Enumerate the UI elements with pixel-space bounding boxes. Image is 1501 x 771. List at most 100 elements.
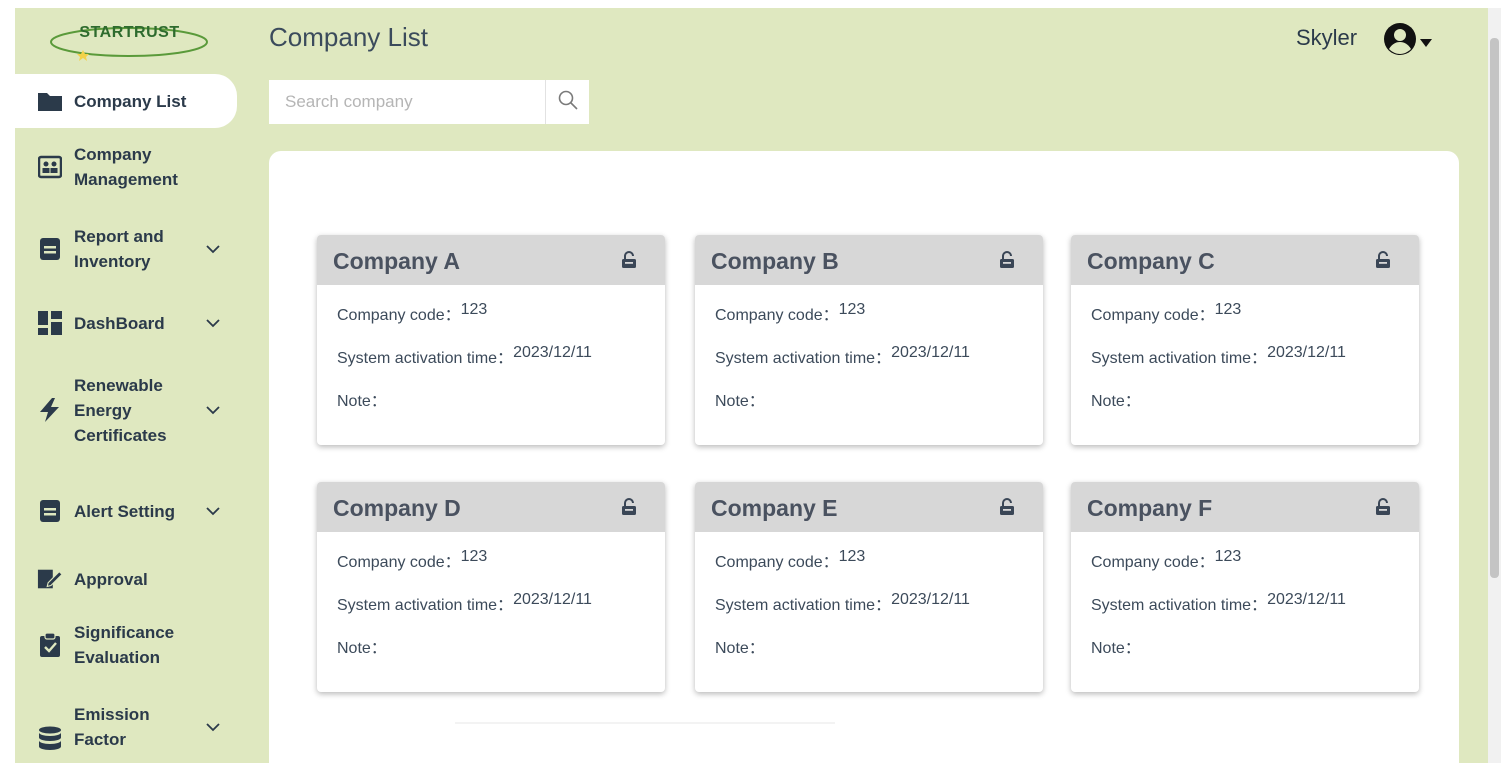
note-label: Note： [1091, 393, 1141, 410]
company-card-header: Company F [1071, 482, 1419, 532]
sidebar-item-company-management[interactable]: Company Management [15, 140, 237, 194]
chevron-down-icon[interactable] [205, 719, 221, 735]
company-card[interactable]: Company D Company code： 123 System activa… [317, 482, 665, 692]
note-row: Note： [337, 387, 645, 430]
company-code-label: Company code： [337, 554, 461, 571]
company-card-header: Company D [317, 482, 665, 532]
company-code-value: 123 [1214, 301, 1242, 318]
company-name: Company A [333, 248, 460, 274]
activation-time-label: System activation time： [337, 597, 514, 614]
username[interactable]: Skyler [1296, 25, 1357, 51]
company-code-row: Company code： 123 [715, 301, 1023, 344]
caret-down-icon[interactable] [1420, 35, 1432, 47]
activation-time-value: 2023/12/11 [1267, 591, 1346, 608]
activation-time-row: System activation time： 2023/12/11 [337, 591, 645, 634]
company-code-value: 123 [1214, 548, 1242, 565]
search-bar [269, 80, 589, 124]
sidebar-item-label: Renewable Energy Certificates [74, 375, 167, 445]
activation-time-row: System activation time： 2023/12/11 [715, 344, 1023, 387]
note-label: Note： [1091, 640, 1141, 657]
company-card[interactable]: Company A Company code： 123 System activa… [317, 235, 665, 445]
company-code-row: Company code： 123 [715, 548, 1023, 591]
search-input[interactable] [269, 80, 545, 124]
company-card-header: Company E [695, 482, 1043, 532]
unlock-icon[interactable] [621, 498, 637, 516]
company-name: Company D [333, 495, 461, 521]
activation-time-row: System activation time： 2023/12/11 [715, 591, 1023, 634]
startrust-logo[interactable]: STARTRUST [47, 18, 212, 62]
sidebar-item-label: Emission Factor [74, 705, 150, 749]
activation-time-value: 2023/12/11 [1267, 344, 1346, 361]
note-row: Note： [1091, 634, 1399, 677]
unlock-icon[interactable] [999, 251, 1015, 269]
note-label: Note： [337, 393, 387, 410]
company-card[interactable]: Company F Company code： 123 System activa… [1071, 482, 1419, 692]
sidebar-item-label: Alert Setting [74, 501, 176, 521]
chevron-down-icon[interactable] [205, 503, 221, 519]
activation-time-label: System activation time： [1091, 597, 1268, 614]
company-card[interactable]: Company B Company code： 123 System activa… [695, 235, 1043, 445]
sidebar-item-significance-evaluation[interactable]: Significance Evaluation [15, 618, 237, 672]
company-list-panel: Company A Company code： 123 System activa… [269, 151, 1459, 763]
note-row: Note： [715, 387, 1023, 430]
sidebar-item-alert-setting[interactable]: Alert Setting [15, 484, 237, 538]
page-title: Company List [269, 22, 428, 52]
company-code-value: 123 [838, 548, 866, 565]
activation-time-row: System activation time： 2023/12/11 [1091, 344, 1399, 387]
activation-time-value: 2023/12/11 [891, 591, 970, 608]
company-code-label: Company code： [715, 554, 839, 571]
activation-time-value: 2023/12/11 [513, 591, 592, 608]
sidebar-item-label: Report and Inventory [74, 227, 164, 271]
sidebar-item-report-and-inventory[interactable]: Report and Inventory [15, 222, 237, 276]
company-code-row: Company code： 123 [1091, 548, 1399, 591]
activation-time-row: System activation time： 2023/12/11 [337, 344, 645, 387]
activation-time-label: System activation time： [1091, 350, 1268, 367]
company-code-label: Company code： [715, 307, 839, 324]
sidebar-item-label: Company List [74, 91, 187, 111]
unlock-icon[interactable] [999, 498, 1015, 516]
sidebar-item-label: Company Management [74, 145, 178, 189]
company-code-row: Company code： 123 [1091, 301, 1399, 344]
activation-time-value: 2023/12/11 [891, 344, 970, 361]
user-avatar-icon[interactable] [1383, 22, 1417, 56]
bolt-icon [37, 397, 63, 423]
unlock-icon[interactable] [621, 251, 637, 269]
company-card-header: Company C [1071, 235, 1419, 285]
sidebar-item-label: DashBoard [74, 313, 165, 333]
note-row: Note： [1091, 387, 1399, 430]
chevron-down-icon[interactable] [205, 315, 221, 331]
sidebar-item-dashboard[interactable]: DashBoard [15, 304, 237, 342]
unlock-icon[interactable] [1375, 498, 1391, 516]
signature-icon [37, 566, 63, 592]
logo-text: STARTRUST [79, 24, 180, 41]
sidebar-item-label: Approval [74, 569, 148, 589]
unlock-icon[interactable] [1375, 251, 1391, 269]
company-code-row: Company code： 123 [337, 548, 645, 591]
company-card[interactable]: Company E Company code： 123 System activa… [695, 482, 1043, 692]
search-button[interactable] [545, 80, 589, 124]
sidebar-item-company-list[interactable]: Company List [15, 74, 237, 128]
company-name: Company C [1087, 248, 1215, 274]
note-label: Note： [715, 640, 765, 657]
dashboard-icon [37, 310, 63, 336]
note-label: Note： [337, 640, 387, 657]
scrollbar-thumb[interactable] [1490, 38, 1499, 578]
sidebar-item-renewable-energy-certificates[interactable]: Renewable Energy Certificates [15, 371, 237, 449]
chevron-down-icon[interactable] [205, 402, 221, 418]
sidebar-item-approval[interactable]: Approval [15, 564, 237, 594]
id-card-icon [37, 154, 63, 180]
alert-setting-icon [37, 498, 63, 524]
clipboard-check-icon [37, 632, 63, 658]
company-code-value: 123 [838, 301, 866, 318]
company-name: Company B [711, 248, 839, 274]
company-code-label: Company code： [337, 307, 461, 324]
company-card[interactable]: Company C Company code： 123 System activa… [1071, 235, 1419, 445]
chevron-down-icon[interactable] [205, 241, 221, 257]
sidebar-item-emission-factor[interactable]: Emission Factor [15, 700, 237, 754]
company-code-row: Company code： 123 [337, 301, 645, 344]
vertical-scrollbar[interactable] [1488, 8, 1501, 763]
folder-icon [37, 88, 63, 114]
note-row: Note： [715, 634, 1023, 677]
company-card-header: Company B [695, 235, 1043, 285]
activation-time-label: System activation time： [715, 350, 892, 367]
